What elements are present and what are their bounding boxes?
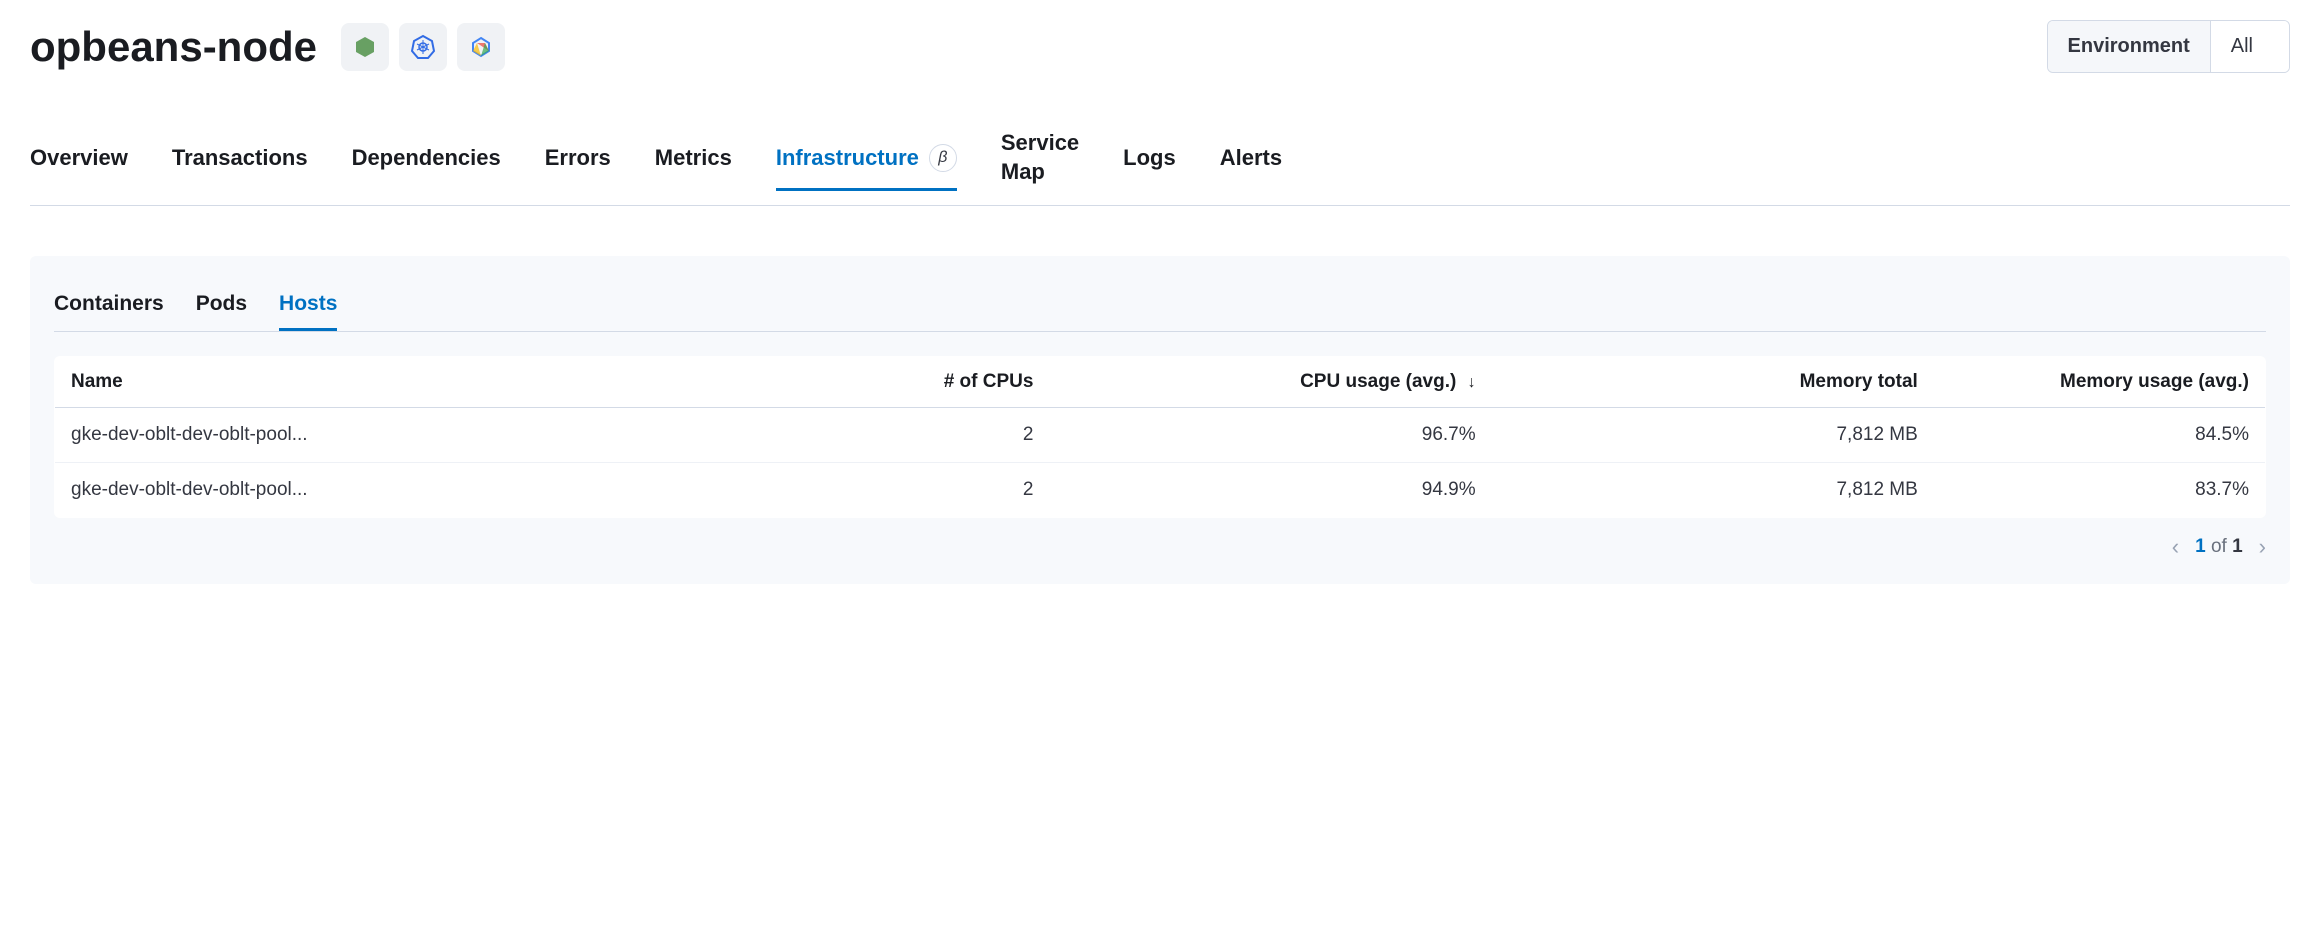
tab-service-map[interactable]: ServiceMap [1001, 113, 1079, 205]
col-header-cpu-usage-label: CPU usage (avg.) [1300, 371, 1456, 392]
page-title: opbeans-node [30, 23, 317, 71]
hosts-table: Name # of CPUs CPU usage (avg.) ↓ Memory… [54, 356, 2266, 518]
pagination-text: 1 of 1 [2195, 536, 2243, 558]
tab-transactions[interactable]: Transactions [172, 129, 308, 190]
tab-dependencies[interactable]: Dependencies [352, 129, 501, 190]
tab-logs[interactable]: Logs [1123, 129, 1176, 190]
tab-overview[interactable]: Overview [30, 129, 128, 190]
cell-mem-total: 7,812 MB [1492, 463, 1934, 518]
pagination: ‹ 1 of 1 › [54, 534, 2266, 560]
table-header-row: Name # of CPUs CPU usage (avg.) ↓ Memory… [55, 357, 2266, 408]
main-tabs: Overview Transactions Dependencies Error… [30, 113, 2290, 206]
cell-mem-total: 7,812 MB [1492, 408, 1934, 463]
col-header-memory-usage[interactable]: Memory usage (avg.) [1934, 357, 2266, 408]
tab-alerts[interactable]: Alerts [1220, 129, 1282, 190]
host-name-link[interactable]: gke-dev-oblt-dev-oblt-pool... [55, 463, 718, 518]
sort-desc-icon: ↓ [1468, 374, 1476, 392]
cell-mem-usage: 83.7% [1934, 463, 2266, 518]
page-of-label: of [2211, 536, 2227, 557]
beta-badge: β [929, 144, 957, 172]
cell-cpus: 2 [718, 463, 1050, 518]
content-panel: Containers Pods Hosts Name # of CPUs CPU… [30, 256, 2290, 584]
cell-cpu-usage: 94.9% [1049, 463, 1491, 518]
gcp-icon[interactable] [457, 23, 505, 71]
next-page-icon[interactable]: › [2259, 534, 2266, 560]
environment-label: Environment [2048, 21, 2211, 72]
prev-page-icon[interactable]: ‹ [2172, 534, 2179, 560]
cell-cpu-usage: 96.7% [1049, 408, 1491, 463]
subtab-hosts[interactable]: Hosts [279, 280, 337, 331]
subtab-containers[interactable]: Containers [54, 280, 164, 331]
cell-mem-usage: 84.5% [1934, 408, 2266, 463]
table-row: gke-dev-oblt-dev-oblt-pool... 2 96.7% 7,… [55, 408, 2266, 463]
tab-metrics[interactable]: Metrics [655, 129, 732, 190]
sub-tabs: Containers Pods Hosts [54, 280, 2266, 332]
col-header-cpus[interactable]: # of CPUs [718, 357, 1050, 408]
page-header: opbeans-node Environment All [30, 20, 2290, 73]
header-left: opbeans-node [30, 23, 505, 71]
nodejs-icon[interactable] [341, 23, 389, 71]
cell-cpus: 2 [718, 408, 1050, 463]
environment-value[interactable]: All [2211, 21, 2289, 72]
table-row: gke-dev-oblt-dev-oblt-pool... 2 94.9% 7,… [55, 463, 2266, 518]
tab-infrastructure-label: Infrastructure [776, 145, 919, 171]
page-total: 1 [2232, 536, 2243, 557]
service-icons [341, 23, 505, 71]
tab-errors[interactable]: Errors [545, 129, 611, 190]
page-current: 1 [2195, 536, 2206, 557]
kubernetes-icon[interactable] [399, 23, 447, 71]
tab-infrastructure[interactable]: Infrastructure β [776, 128, 957, 191]
col-header-cpu-usage[interactable]: CPU usage (avg.) ↓ [1049, 357, 1491, 408]
host-name-link[interactable]: gke-dev-oblt-dev-oblt-pool... [55, 408, 718, 463]
environment-selector[interactable]: Environment All [2047, 20, 2290, 73]
col-header-name[interactable]: Name [55, 357, 718, 408]
subtab-pods[interactable]: Pods [196, 280, 247, 331]
col-header-memory-total[interactable]: Memory total [1492, 357, 1934, 408]
